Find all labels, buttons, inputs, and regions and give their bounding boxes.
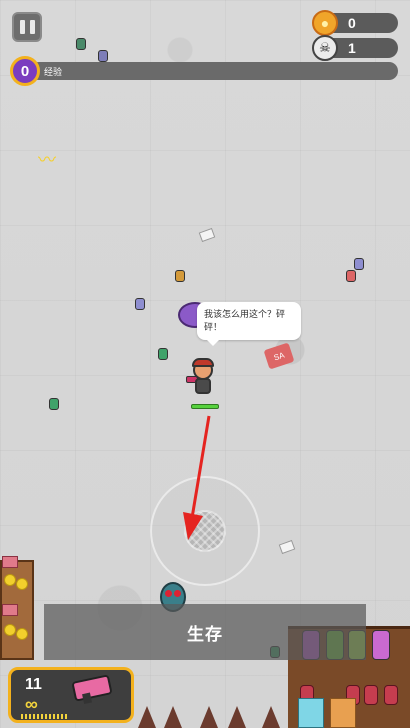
spike xyxy=(164,706,182,728)
coin-counter: ● 0 xyxy=(312,10,398,36)
spike xyxy=(228,706,246,728)
trash-can xyxy=(175,270,185,282)
kill-count: 1 xyxy=(348,40,356,56)
objective-banner: 生存 xyxy=(44,604,366,660)
ammo-ticks xyxy=(21,714,67,719)
joystick-knob[interactable] xyxy=(184,510,226,552)
spike xyxy=(138,706,156,728)
experience-bar: 0 经验 xyxy=(10,56,400,86)
weapon-panel[interactable]: 11 ∞ xyxy=(8,667,134,723)
speech-bubble: 我该怎么用这个？砰砰！ xyxy=(197,302,301,346)
lemon xyxy=(16,628,28,640)
lemon xyxy=(16,578,28,590)
ammo-count: 11 xyxy=(25,676,42,693)
pause-icon xyxy=(19,20,25,34)
banana-peel-icon: 〰 xyxy=(38,150,56,170)
spike xyxy=(200,706,218,728)
jar xyxy=(364,685,378,705)
crate xyxy=(330,698,356,728)
trash-can xyxy=(158,348,168,360)
spike xyxy=(262,706,280,728)
objective-text: 生存 xyxy=(187,624,223,644)
crate xyxy=(298,698,324,728)
game-world: 〰 SA 我该怎么用这个？砰砰！ 生存 11 ∞ ● 0 ☠ 1 0 经验 xyxy=(0,0,410,728)
player-character xyxy=(186,358,220,398)
trash-can xyxy=(354,258,364,270)
level-badge: 0 xyxy=(10,56,40,86)
bottle xyxy=(372,630,390,660)
lemon xyxy=(4,624,16,636)
player-hat xyxy=(192,358,214,367)
coin-icon: ● xyxy=(312,10,338,36)
trash-can xyxy=(135,298,145,310)
price-tag xyxy=(2,556,18,568)
experience-track xyxy=(30,62,398,80)
experience-label: 经验 xyxy=(44,67,63,77)
ammo-reserve: ∞ xyxy=(25,694,38,714)
jar xyxy=(384,685,398,705)
level-number: 0 xyxy=(20,62,30,80)
player-body xyxy=(195,378,211,394)
price-tag xyxy=(2,604,18,616)
pause-icon xyxy=(29,20,35,34)
coin-count: 0 xyxy=(348,15,356,31)
lemon xyxy=(4,574,16,586)
player-health-bar xyxy=(191,404,219,409)
trash-can xyxy=(346,270,356,282)
trash-can xyxy=(76,38,86,50)
pause-button[interactable] xyxy=(12,12,42,42)
kill-counter: ☠ 1 xyxy=(312,35,398,61)
blaster-gun-icon xyxy=(71,674,113,702)
trash-can xyxy=(49,398,59,410)
